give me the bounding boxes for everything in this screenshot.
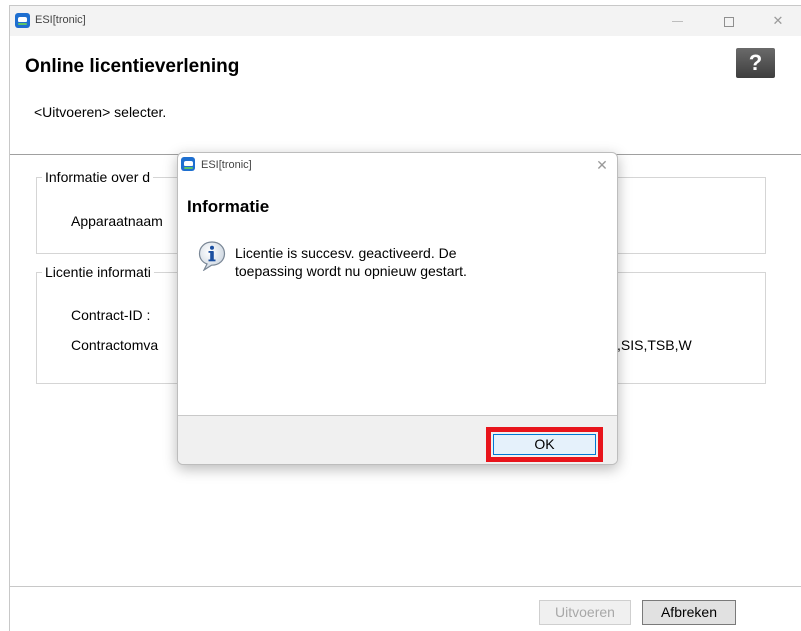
footer-divider <box>10 586 801 587</box>
dialog-close-button[interactable]: ✕ <box>592 156 612 174</box>
contract-scope-label: Contractomva <box>71 337 159 353</box>
cancel-button[interactable]: Afbreken <box>642 600 736 625</box>
license-group-legend: Licentie informati <box>42 264 154 280</box>
contract-scope-value: ,SIS,TSB,W <box>617 337 692 353</box>
minimize-button[interactable] <box>662 10 692 32</box>
window-title: ESI[tronic] <box>35 14 86 26</box>
instruction-text: <Uitvoeren> selecter. <box>34 104 167 120</box>
app-icon <box>15 13 30 28</box>
help-button[interactable]: ? <box>736 48 775 78</box>
device-group-legend: Informatie over d <box>42 169 154 185</box>
dialog-message: Licentie is succesv. geactiveerd. De toe… <box>235 244 565 280</box>
info-icon <box>198 241 226 271</box>
dialog-message-line-2: toepassing wordt nu opnieuw gestart. <box>235 263 467 279</box>
titlebar: ESI[tronic] ✕ <box>10 6 801 36</box>
dialog-title: ESI[tronic] <box>201 159 252 171</box>
page-title: Online licentieverlening <box>25 56 240 77</box>
ok-button[interactable]: OK <box>493 434 596 455</box>
execute-button[interactable]: Uitvoeren <box>539 600 631 625</box>
maximize-icon <box>724 16 734 27</box>
device-name-label: Apparaatnaam <box>71 213 163 229</box>
dialog-footer: OK <box>178 415 617 464</box>
dialog-heading: Informatie <box>187 197 270 216</box>
ok-button-highlight: OK <box>486 427 603 462</box>
contract-id-label: Contract-ID : <box>71 307 151 323</box>
dialog-app-icon <box>181 157 195 171</box>
maximize-button[interactable] <box>714 10 744 32</box>
minimize-icon <box>671 21 683 23</box>
dialog-message-line-1: Licentie is succesv. geactiveerd. De <box>235 245 457 261</box>
info-dialog: ESI[tronic] ✕ Informatie Licentie is suc… <box>177 152 618 465</box>
close-icon: ✕ <box>772 13 784 28</box>
close-button[interactable]: ✕ <box>763 10 793 32</box>
